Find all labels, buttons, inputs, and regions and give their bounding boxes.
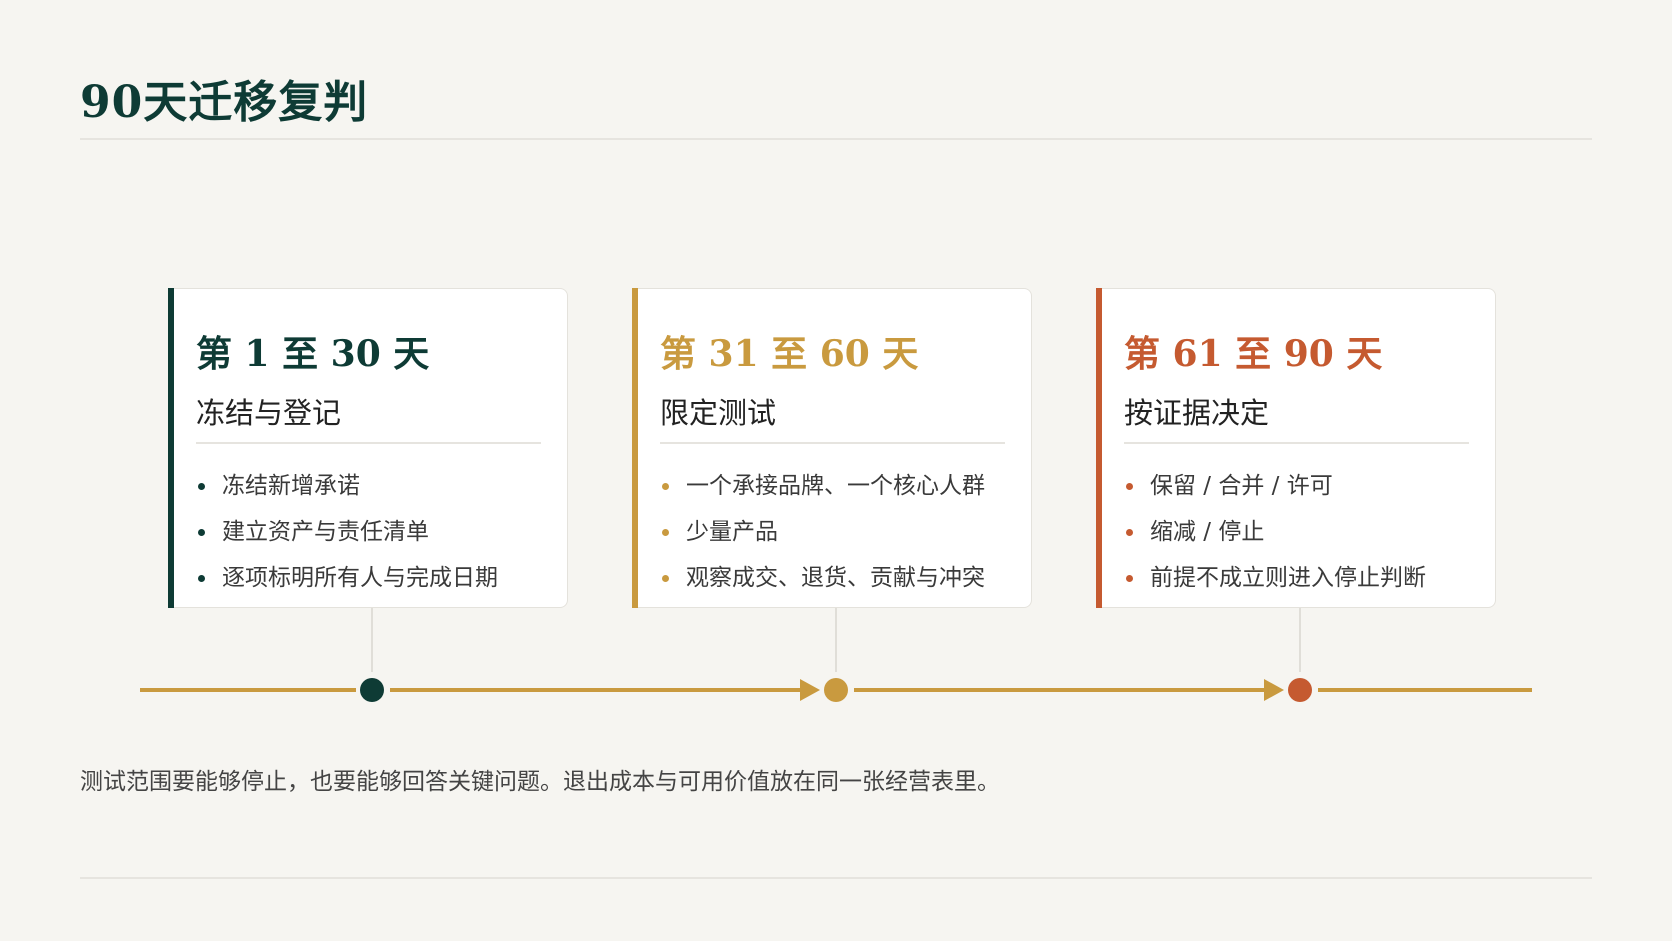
bullet-icon <box>1126 483 1133 490</box>
list-item-text: 一个承接品牌、一个核心人群 <box>686 473 985 499</box>
phase-subtitle: 限定测试 <box>660 396 777 430</box>
phase-subtitle: 按证据决定 <box>1124 396 1270 430</box>
phase-card-2: 第 31 至 60 天 限定测试 一个承接品牌、一个核心人群 少量产品 观察成交… <box>632 288 1032 608</box>
footer-divider <box>80 877 1592 879</box>
page-title: 90天迁移复判 <box>80 77 369 128</box>
phase-accent-bar <box>632 288 638 608</box>
timeline <box>140 608 1532 702</box>
timeline-node-1 <box>360 678 384 702</box>
list-item: 观察成交、退货、贡献与冲突 <box>660 555 1021 601</box>
list-item-text: 冻结新增承诺 <box>222 473 360 499</box>
timeline-node-3 <box>1288 678 1312 702</box>
phase-accent-bar <box>1096 288 1102 608</box>
phase-card-3: 第 61 至 90 天 按证据决定 保留 / 合并 / 许可 缩减 / 停止 前… <box>1096 288 1496 608</box>
list-item: 一个承接品牌、一个核心人群 <box>660 463 1021 509</box>
bullet-icon <box>198 575 205 582</box>
list-item-text: 前提不成立则进入停止判断 <box>1150 565 1426 591</box>
footnote-text: 测试范围要能够停止，也要能够回答关键问题。退出成本与可用价值放在同一张经营表里。 <box>80 769 1000 795</box>
list-item-text: 逐项标明所有人与完成日期 <box>222 565 498 591</box>
bullet-icon <box>1126 529 1133 536</box>
list-item-text: 建立资产与责任清单 <box>222 519 429 545</box>
bullet-icon <box>1126 575 1133 582</box>
bullet-icon <box>198 483 205 490</box>
card-divider <box>1124 442 1469 444</box>
bullet-icon <box>662 529 669 536</box>
arrow-right-icon <box>800 679 820 701</box>
phase-item-list: 冻结新增承诺 建立资产与责任清单 逐项标明所有人与完成日期 <box>196 463 557 601</box>
phase-subtitle: 冻结与登记 <box>196 396 342 430</box>
bullet-icon <box>662 575 669 582</box>
list-item: 建立资产与责任清单 <box>196 509 557 555</box>
phase-item-list: 保留 / 合并 / 许可 缩减 / 停止 前提不成立则进入停止判断 <box>1124 463 1485 601</box>
bullet-icon <box>662 483 669 490</box>
list-item: 逐项标明所有人与完成日期 <box>196 555 557 601</box>
bullet-icon <box>198 529 205 536</box>
phase-heading: 第 1 至 30 天 <box>196 333 430 375</box>
list-item-text: 观察成交、退货、贡献与冲突 <box>686 565 985 591</box>
list-item-text: 少量产品 <box>686 519 778 545</box>
phase-accent-bar <box>168 288 174 608</box>
list-item: 缩减 / 停止 <box>1124 509 1485 555</box>
timeline-node-2 <box>824 678 848 702</box>
card-divider <box>196 442 541 444</box>
list-item-text: 缩减 / 停止 <box>1150 519 1265 545</box>
list-item-text: 保留 / 合并 / 许可 <box>1150 473 1333 499</box>
phase-heading: 第 31 至 60 天 <box>660 333 919 375</box>
phase-heading: 第 61 至 90 天 <box>1124 333 1383 375</box>
list-item: 冻结新增承诺 <box>196 463 557 509</box>
list-item: 前提不成立则进入停止判断 <box>1124 555 1485 601</box>
title-divider <box>80 138 1592 140</box>
phase-card-1: 第 1 至 30 天 冻结与登记 冻结新增承诺 建立资产与责任清单 逐项标明所有… <box>168 288 568 608</box>
list-item: 少量产品 <box>660 509 1021 555</box>
arrow-right-icon <box>1264 679 1284 701</box>
phase-item-list: 一个承接品牌、一个核心人群 少量产品 观察成交、退货、贡献与冲突 <box>660 463 1021 601</box>
list-item: 保留 / 合并 / 许可 <box>1124 463 1485 509</box>
card-divider <box>660 442 1005 444</box>
